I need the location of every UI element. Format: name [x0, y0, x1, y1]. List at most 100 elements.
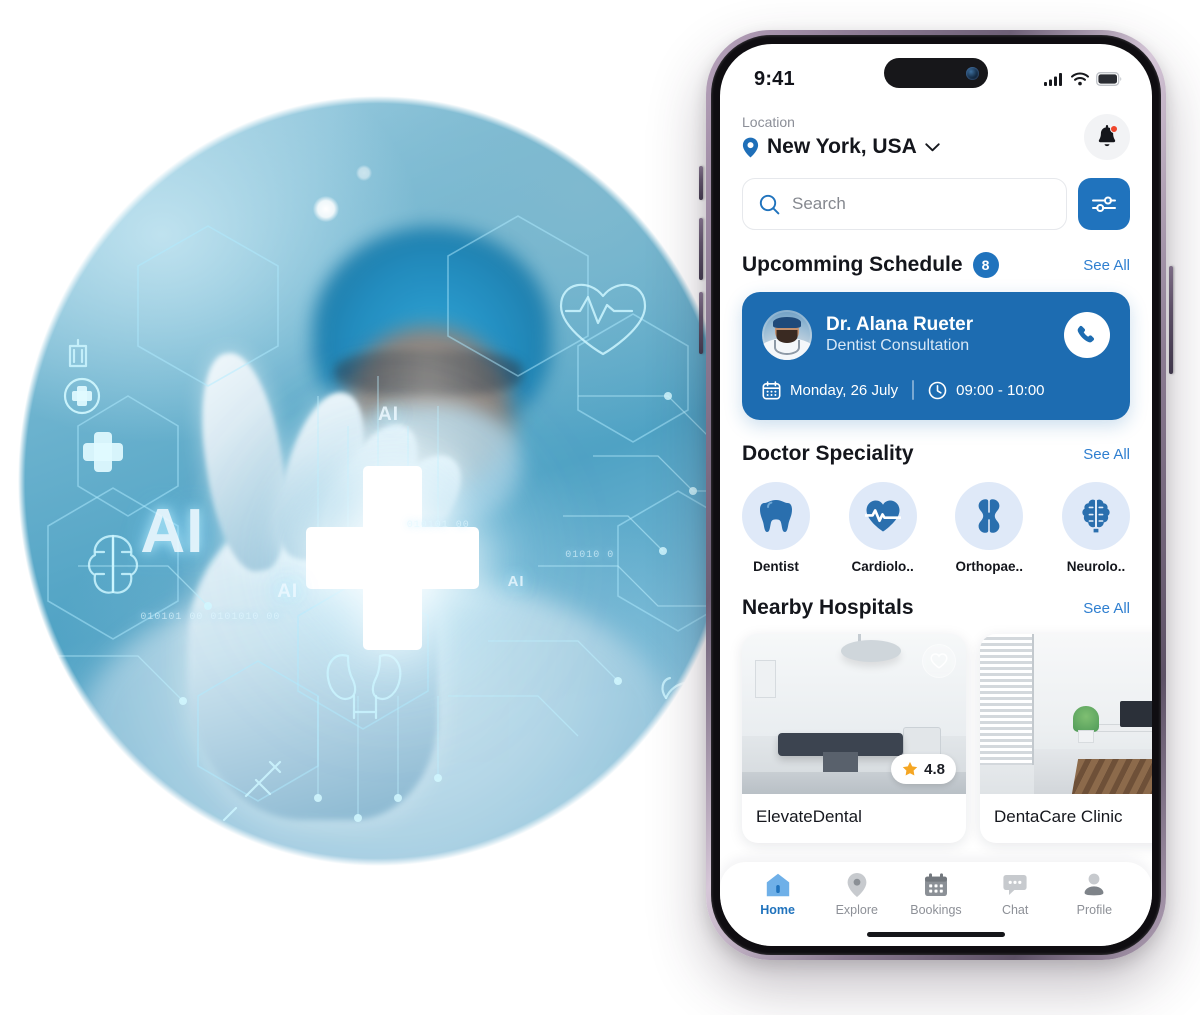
doctor-avatar	[762, 310, 812, 360]
speciality-see-all-link[interactable]: See All	[1083, 446, 1130, 463]
tab-bookings[interactable]: Bookings	[900, 872, 972, 917]
tooth-icon	[760, 500, 792, 532]
hero-binary-text-3: 01010 0	[565, 550, 615, 562]
explore-pin-icon	[847, 873, 867, 897]
location-header: Location New York, USA	[742, 114, 1130, 160]
hero-ai-label-small: AI	[507, 573, 525, 591]
action-button[interactable]	[699, 166, 703, 200]
search-input[interactable]: Search	[742, 178, 1067, 230]
wifi-icon	[1071, 72, 1089, 86]
notification-badge	[1110, 125, 1118, 133]
sliders-icon	[1092, 196, 1116, 212]
rating-value: 4.8	[924, 760, 945, 778]
schedule-title: Upcomming Schedule	[742, 253, 963, 276]
phone-icon	[1077, 325, 1095, 343]
hero-binary-text-1: 010101 00 0101010 00	[140, 611, 281, 623]
speciality-list: Dentist Cardiolo.. Orthopae.. Neurolo..	[742, 482, 1130, 574]
clock-icon	[928, 381, 947, 399]
appointment-time-text: 09:00 - 10:00	[956, 381, 1045, 399]
dynamic-island	[884, 58, 988, 88]
speciality-label: Cardiolo..	[851, 559, 914, 574]
hero-ai-label-large: AI	[140, 497, 205, 567]
speciality-label: Neurolo..	[1066, 559, 1126, 574]
hospitals-see-all-link[interactable]: See All	[1083, 600, 1130, 617]
speciality-title: Doctor Speciality	[742, 442, 914, 465]
phone-screen: 9:41 Location New York, USA Search Upcom…	[720, 44, 1152, 946]
cellular-bars-icon	[1044, 73, 1062, 86]
appointment-card[interactable]: Dr. Alana Rueter Dentist Consultation Mo…	[742, 292, 1130, 420]
hospital-name: ElevateDental	[756, 807, 862, 826]
tab-label: Home	[760, 903, 795, 917]
speciality-label: Dentist	[753, 559, 799, 574]
schedule-section-header: Upcomming Schedule 8 See All	[742, 252, 1130, 278]
volume-down-button[interactable]	[699, 292, 703, 354]
tab-chat[interactable]: Chat	[979, 872, 1051, 917]
hospital-photo	[980, 634, 1152, 794]
calendar-icon	[762, 380, 781, 399]
appointment-date-text: Monday, 26 July	[790, 381, 899, 399]
hospital-card[interactable]: DentaCare Clinic	[980, 634, 1152, 843]
hospitals-list: 4.8 ElevateDental DentaCare Clinic	[742, 634, 1152, 843]
heart-pulse-icon	[864, 500, 901, 532]
meta-divider	[912, 380, 915, 400]
home-indicator	[867, 932, 1005, 937]
bone-joint-icon	[978, 499, 1000, 533]
rating-badge: 4.8	[891, 754, 956, 784]
location-selector[interactable]: New York, USA	[742, 135, 940, 159]
schedule-title-group: Upcomming Schedule 8	[742, 252, 999, 278]
tab-explore[interactable]: Explore	[821, 872, 893, 917]
search-row: Search	[742, 178, 1130, 230]
filter-button[interactable]	[1078, 178, 1130, 230]
hero-binary-text-2: 010101 00	[406, 519, 470, 531]
hero-ai-label-mid-1: AI	[378, 404, 399, 425]
favorite-button[interactable]	[922, 644, 956, 678]
speciality-item-orthopaedics[interactable]: Orthopae..	[955, 482, 1024, 574]
status-bar: 9:41	[720, 44, 1152, 100]
home-icon	[766, 873, 789, 897]
tab-label: Chat	[1001, 903, 1029, 917]
heart-outline-icon	[930, 653, 948, 669]
tab-label: Explore	[835, 903, 878, 917]
tab-profile[interactable]: Profile	[1058, 872, 1130, 917]
hospital-photo: 4.8	[742, 634, 966, 794]
power-button[interactable]	[1169, 266, 1173, 374]
map-pin-icon	[742, 137, 759, 157]
location-label: Location	[742, 114, 795, 130]
person-icon	[1084, 873, 1104, 896]
calendar-icon	[924, 873, 947, 896]
battery-icon	[1096, 72, 1122, 86]
tab-label: Bookings	[910, 903, 962, 917]
schedule-see-all-link[interactable]: See All	[1083, 257, 1130, 274]
speciality-item-cardiology[interactable]: Cardiolo..	[848, 482, 917, 574]
speciality-section-header: Doctor Speciality See All	[742, 442, 1130, 466]
chat-bubble-icon	[1003, 875, 1027, 895]
hospital-card[interactable]: 4.8 ElevateDental	[742, 634, 966, 843]
tab-label: Profile	[1076, 903, 1113, 917]
speciality-item-dentist[interactable]: Dentist	[742, 482, 810, 574]
status-time: 9:41	[754, 67, 795, 90]
hero-medical-ai-image: AI AI AI AI 010101 00 0101010 00 010101 …	[18, 96, 738, 866]
star-icon	[902, 761, 918, 776]
phone-mockup: 9:41 Location New York, USA Search Upcom…	[699, 30, 1173, 960]
volume-up-button[interactable]	[699, 218, 703, 280]
location-value: New York, USA	[767, 135, 917, 158]
schedule-count-badge: 8	[972, 252, 999, 278]
notifications-button[interactable]	[1084, 114, 1130, 160]
page-root: AI AI AI AI 010101 00 0101010 00 010101 …	[0, 0, 1200, 1015]
glowing-medical-cross	[306, 465, 479, 651]
doctor-name: Dr. Alana Rueter	[826, 313, 974, 335]
speciality-item-neurology[interactable]: Neurolo..	[1061, 482, 1130, 574]
brain-icon	[1082, 499, 1110, 533]
hospital-name: DentaCare Clinic	[994, 807, 1123, 826]
bottom-tab-bar: Home Explore Bookings Chat Profile	[720, 862, 1152, 946]
tab-home[interactable]: Home	[742, 872, 814, 917]
appointment-date: Monday, 26 July	[762, 380, 899, 400]
hospitals-section-header: Nearby Hospitals See All	[742, 596, 1130, 620]
search-placeholder: Search	[792, 194, 846, 213]
chevron-down-icon	[925, 142, 940, 151]
search-icon	[759, 194, 780, 214]
hospitals-title: Nearby Hospitals	[742, 596, 914, 619]
call-button[interactable]	[1064, 312, 1110, 358]
appointment-time: 09:00 - 10:00	[928, 381, 1045, 400]
doctor-specialty: Dentist Consultation	[826, 337, 970, 355]
